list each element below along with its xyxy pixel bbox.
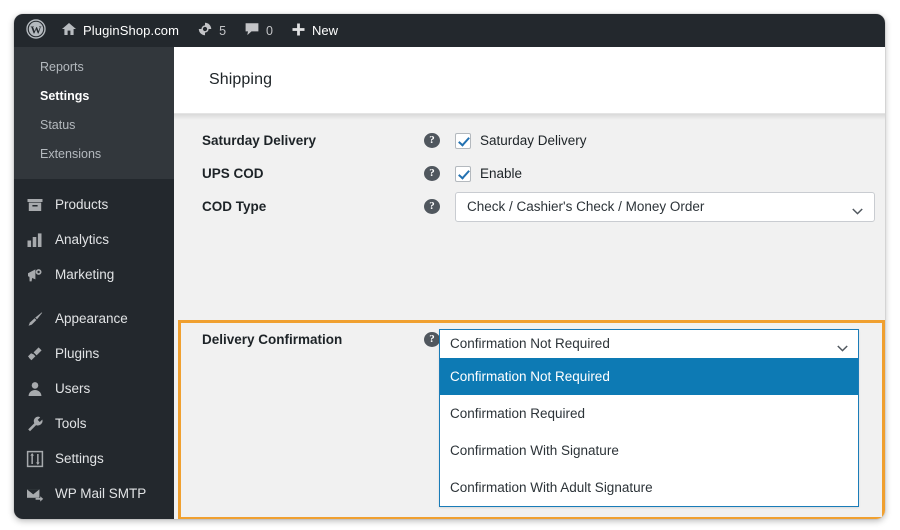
sidebar-item-label: WP Mail SMTP [55, 486, 147, 501]
help-icon[interactable]: ? [424, 331, 440, 347]
sidebar-item-settings-main[interactable]: Settings [14, 441, 174, 476]
browser-window: W PluginShop.com 5 0 New Reports Setting… [14, 14, 885, 519]
updates-icon [197, 21, 213, 40]
sidebar-item-label: Extensions [40, 147, 102, 161]
site-name-menu[interactable]: PluginShop.com [52, 14, 188, 47]
sidebar-item-users[interactable]: Users [14, 371, 174, 406]
checkbox-label: Enable [480, 166, 523, 181]
admin-sidebar: Reports Settings Status Extensions Produ… [14, 47, 174, 519]
setting-label: UPS COD [202, 166, 264, 181]
new-content-menu[interactable]: New [282, 14, 347, 47]
page-header: Shipping [174, 47, 885, 114]
delivery-confirmation-value: Confirmation Not Required [450, 336, 610, 351]
svg-text:W: W [31, 25, 42, 37]
delivery-confirmation-select-trigger[interactable]: Confirmation Not Required [440, 330, 858, 358]
mail-envelope-icon [25, 484, 45, 504]
main-content: Shipping Saturday Delivery ? Saturday De… [174, 47, 885, 519]
help-icon[interactable]: ? [424, 133, 440, 148]
dropdown-option-confirmation-with-adult-signature[interactable]: Confirmation With Adult Signature [440, 469, 858, 506]
chevron-down-icon [852, 203, 863, 215]
setting-label: Delivery Confirmation [202, 331, 343, 347]
delivery-confirmation-highlight: Delivery Confirmation ? Confirmation Not… [178, 320, 885, 519]
menu-divider [14, 292, 174, 301]
sidebar-item-products[interactable]: Products [14, 187, 174, 222]
dropdown-option-confirmation-not-required[interactable]: Confirmation Not Required [440, 358, 858, 395]
sidebar-item-label: Products [55, 197, 109, 212]
dropdown-option-label: Confirmation With Adult Signature [450, 480, 653, 495]
checkbox-saturday-delivery[interactable]: Saturday Delivery [455, 132, 587, 149]
sidebar-item-marketing[interactable]: Marketing [14, 257, 174, 292]
setting-row-cod-type: COD Type ? Check / Cashier's Check / Mon… [174, 190, 885, 223]
setting-label: Saturday Delivery [202, 133, 317, 148]
checkbox-box[interactable] [455, 165, 471, 182]
delivery-confirmation-option-list: Confirmation Not Required Confirmation R… [440, 358, 858, 506]
wp-admin-bar: W PluginShop.com 5 0 New [14, 14, 885, 47]
sidebar-item-label: Tools [55, 416, 87, 431]
settings-form: Saturday Delivery ? Saturday Delivery UP… [174, 120, 885, 519]
dropdown-option-confirmation-required[interactable]: Confirmation Required [440, 395, 858, 432]
updates-count: 5 [219, 23, 227, 38]
setting-label: COD Type [202, 199, 267, 214]
wordpress-logo-icon: W [26, 19, 46, 42]
sidebar-item-label: Settings [55, 451, 104, 466]
help-icon[interactable]: ? [424, 166, 440, 181]
dropdown-option-label: Confirmation Not Required [450, 369, 610, 384]
sidebar-item-label: Plugins [55, 346, 100, 361]
comments-menu[interactable]: 0 [235, 14, 282, 47]
sidebar-item-label: Analytics [55, 232, 110, 247]
sidebar-item-plugins[interactable]: Plugins [14, 336, 174, 371]
tools-wrench-icon [25, 414, 45, 434]
sidebar-item-label: Reports [40, 60, 84, 74]
users-person-icon [25, 379, 45, 399]
woocommerce-submenu: Reports Settings Status Extensions [14, 47, 174, 179]
setting-row-saturday-delivery: Saturday Delivery ? Saturday Delivery [174, 124, 885, 157]
sidebar-item-extensions[interactable]: Extensions [14, 140, 174, 169]
checkbox-ups-cod-enable[interactable]: Enable [455, 165, 523, 182]
sidebar-item-tools[interactable]: Tools [14, 406, 174, 441]
settings-sliders-icon [25, 449, 45, 469]
products-box-icon [25, 195, 45, 215]
checkbox-label: Saturday Delivery [480, 133, 587, 148]
help-icon[interactable]: ? [424, 199, 440, 214]
dropdown-option-label: Confirmation With Signature [450, 443, 619, 458]
plus-icon [291, 22, 306, 40]
delivery-confirmation-select[interactable]: Confirmation Not Required Confirmation N… [439, 329, 859, 507]
sidebar-item-label: Appearance [55, 311, 128, 326]
sidebar-item-analytics[interactable]: Analytics [14, 222, 174, 257]
cod-type-select[interactable]: Check / Cashier's Check / Money Order [455, 191, 875, 222]
main-menu: Products Analytics Marketing Appearance … [14, 179, 174, 511]
marketing-megaphone-icon [25, 265, 45, 285]
sidebar-item-appearance[interactable]: Appearance [14, 301, 174, 336]
sidebar-item-label: Marketing [55, 267, 115, 282]
sidebar-item-reports[interactable]: Reports [14, 53, 174, 82]
analytics-bar-chart-icon [25, 230, 45, 250]
sidebar-item-wp-mail-smtp[interactable]: WP Mail SMTP [14, 476, 174, 511]
updates-menu[interactable]: 5 [188, 14, 235, 47]
comment-bubble-icon [244, 21, 260, 40]
cod-type-value: Check / Cashier's Check / Money Order [467, 199, 705, 214]
page-title: Shipping [209, 71, 273, 88]
plugins-plug-icon [25, 344, 45, 364]
sidebar-item-settings[interactable]: Settings [14, 82, 174, 111]
chevron-down-icon [837, 340, 848, 352]
checkbox-box[interactable] [455, 132, 471, 149]
home-icon [61, 21, 77, 40]
dropdown-option-label: Confirmation Required [450, 406, 586, 421]
new-content-label: New [311, 23, 338, 38]
site-name-label: PluginShop.com [83, 23, 180, 38]
appearance-paintbrush-icon [25, 309, 45, 329]
dropdown-option-confirmation-with-signature[interactable]: Confirmation With Signature [440, 432, 858, 469]
sidebar-item-label: Users [55, 381, 91, 396]
setting-row-ups-cod: UPS COD ? Enable [174, 157, 885, 190]
comments-count: 0 [266, 23, 273, 38]
sidebar-item-label: Settings [40, 89, 90, 103]
wordpress-logo-button[interactable]: W [14, 14, 52, 47]
sidebar-item-label: Status [40, 118, 76, 132]
sidebar-item-status[interactable]: Status [14, 111, 174, 140]
